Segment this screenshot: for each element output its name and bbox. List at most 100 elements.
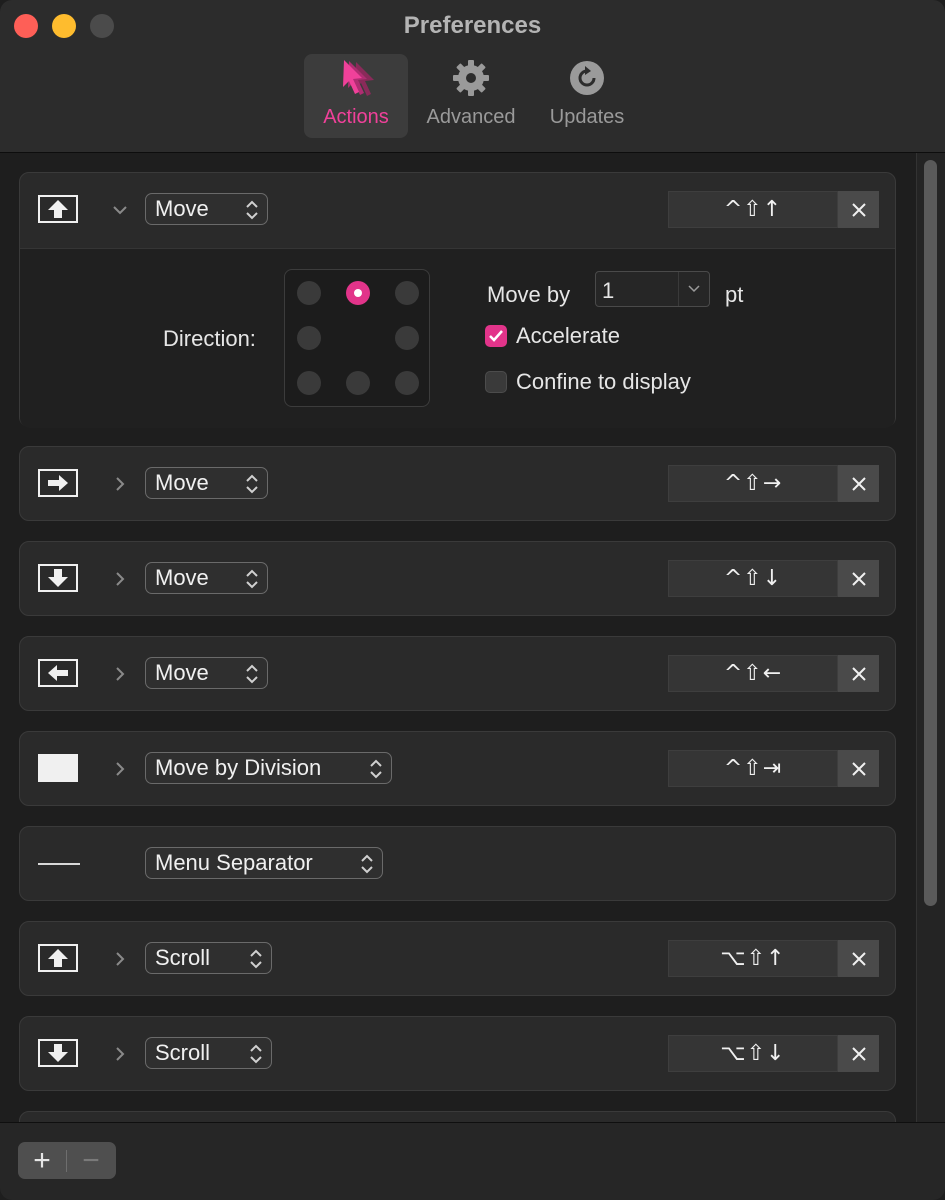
plus-icon: + xyxy=(33,1143,51,1177)
preferences-window: Preferences Actions Advanced Updates Mov… xyxy=(0,0,945,1200)
chevron-down-icon[interactable] xyxy=(110,197,130,223)
arrow-left-icon xyxy=(38,659,78,687)
actions-list[interactable]: Move ^⇧↑ Direction: Move by 1 pt Acceler… xyxy=(0,153,945,1122)
action-row: Move ^⇧↓ xyxy=(19,541,896,616)
action-row: Scroll ⌥⇧↑ xyxy=(19,921,896,996)
action-type-popup[interactable]: Move xyxy=(145,562,268,594)
direction-down-left[interactable] xyxy=(297,371,321,395)
action-type-label: Move xyxy=(155,470,209,495)
separator-icon xyxy=(38,863,80,865)
direction-label: Direction: xyxy=(163,326,256,351)
chevron-right-icon[interactable] xyxy=(110,946,130,972)
direction-down-right[interactable] xyxy=(395,371,419,395)
shortcut-field[interactable]: ^⇧⇥ xyxy=(668,750,838,787)
close-icon xyxy=(851,476,866,491)
bottom-bar: + − xyxy=(0,1122,945,1200)
scrollbar-thumb[interactable] xyxy=(924,160,937,906)
chevron-down-icon[interactable] xyxy=(678,272,709,306)
add-action-button[interactable]: + xyxy=(18,1142,66,1179)
action-type-popup[interactable]: Menu Separator xyxy=(145,847,383,879)
direction-down[interactable] xyxy=(346,371,370,395)
action-type-label: Scroll xyxy=(155,1040,211,1065)
close-icon xyxy=(851,571,866,586)
accelerate-label: Accelerate xyxy=(516,323,620,348)
shortcut-field[interactable]: ^⇧→ xyxy=(668,465,838,502)
shortcut-field[interactable]: ^⇧← xyxy=(668,655,838,692)
action-row: Move ^⇧← xyxy=(19,636,896,711)
arrow-up-icon xyxy=(38,944,78,972)
tab-updates[interactable]: Updates xyxy=(538,54,636,138)
clear-shortcut-button[interactable] xyxy=(838,1035,879,1072)
updown-arrows-icon xyxy=(361,854,373,874)
action-type-popup[interactable]: Move by Division xyxy=(145,752,392,784)
clear-shortcut-button[interactable] xyxy=(838,655,879,692)
action-type-popup[interactable]: Move xyxy=(145,657,268,689)
chevron-right-icon[interactable] xyxy=(110,471,130,497)
action-row: Move by Division ^⇧⇥ xyxy=(19,731,896,806)
shortcut-field[interactable]: ⌥⇧↑ xyxy=(668,940,838,977)
chevron-right-icon[interactable] xyxy=(110,566,130,592)
tab-advanced[interactable]: Advanced xyxy=(418,54,524,138)
arrow-up-icon xyxy=(38,195,78,223)
action-type-popup[interactable]: Move xyxy=(145,193,268,225)
tab-actions[interactable]: Actions xyxy=(304,54,408,138)
move-by-label: Move by xyxy=(487,282,571,307)
direction-picker[interactable] xyxy=(284,269,430,407)
division-icon xyxy=(38,754,78,782)
tab-updates-label: Updates xyxy=(549,106,625,128)
direction-left[interactable] xyxy=(297,326,321,350)
updown-arrows-icon xyxy=(246,664,258,684)
chevron-right-icon[interactable] xyxy=(110,1041,130,1067)
shortcut-field[interactable]: ^⇧↑ xyxy=(668,191,838,228)
remove-action-button[interactable]: − xyxy=(67,1142,115,1179)
direction-up[interactable] xyxy=(346,281,370,305)
chevron-right-icon[interactable] xyxy=(110,661,130,687)
tab-actions-label: Actions xyxy=(323,106,389,128)
direction-up-left[interactable] xyxy=(297,281,321,305)
gear-icon xyxy=(418,54,524,102)
close-icon xyxy=(851,202,866,217)
updown-arrows-icon xyxy=(246,569,258,589)
confine-option[interactable]: Confine to display xyxy=(485,369,691,395)
close-icon xyxy=(851,1046,866,1061)
close-icon xyxy=(851,761,866,776)
action-type-label: Move by Division xyxy=(155,755,322,780)
action-detail-panel: Direction: Move by 1 pt Accelerate Confi… xyxy=(20,248,895,428)
direction-up-right[interactable] xyxy=(395,281,419,305)
clear-shortcut-button[interactable] xyxy=(838,560,879,597)
shortcut-field[interactable]: ^⇧↓ xyxy=(668,560,838,597)
accelerate-option[interactable]: Accelerate xyxy=(485,323,620,349)
updown-arrows-icon xyxy=(246,200,258,220)
shortcut-field[interactable]: ⌥⇧↓ xyxy=(668,1035,838,1072)
confine-label: Confine to display xyxy=(516,369,691,394)
tab-advanced-label: Advanced xyxy=(426,106,516,128)
action-type-label: Menu Separator xyxy=(155,850,313,875)
action-type-label: Move xyxy=(155,565,209,590)
clear-shortcut-button[interactable] xyxy=(838,465,879,502)
clear-shortcut-button[interactable] xyxy=(838,191,879,228)
checkmark-icon xyxy=(489,330,503,342)
action-type-popup[interactable]: Scroll xyxy=(145,942,272,974)
action-type-popup[interactable]: Move xyxy=(145,467,268,499)
accelerate-checkbox[interactable] xyxy=(485,325,507,347)
move-by-value: 1 xyxy=(602,278,615,303)
add-remove-control: + − xyxy=(18,1142,116,1179)
action-row: Menu Separator xyxy=(19,826,896,901)
direction-right[interactable] xyxy=(395,326,419,350)
action-type-label: Scroll xyxy=(155,945,211,970)
close-icon xyxy=(851,951,866,966)
clear-shortcut-button[interactable] xyxy=(838,940,879,977)
move-by-combobox[interactable]: 1 xyxy=(595,271,710,307)
updown-arrows-icon xyxy=(250,949,262,969)
updown-arrows-icon xyxy=(250,1044,262,1064)
confine-checkbox[interactable] xyxy=(485,371,507,393)
clear-shortcut-button[interactable] xyxy=(838,750,879,787)
chevron-right-icon[interactable] xyxy=(110,756,130,782)
action-row: Scroll ⌥⇧↓ xyxy=(19,1016,896,1091)
action-type-popup[interactable]: Scroll xyxy=(145,1037,272,1069)
action-row: Move ^⇧→ xyxy=(19,446,896,521)
updown-arrows-icon xyxy=(246,474,258,494)
action-row: Move ^⇧↑ Direction: Move by 1 pt Acceler… xyxy=(19,172,896,428)
arrow-right-icon xyxy=(38,469,78,497)
arrow-down-icon xyxy=(38,564,78,592)
